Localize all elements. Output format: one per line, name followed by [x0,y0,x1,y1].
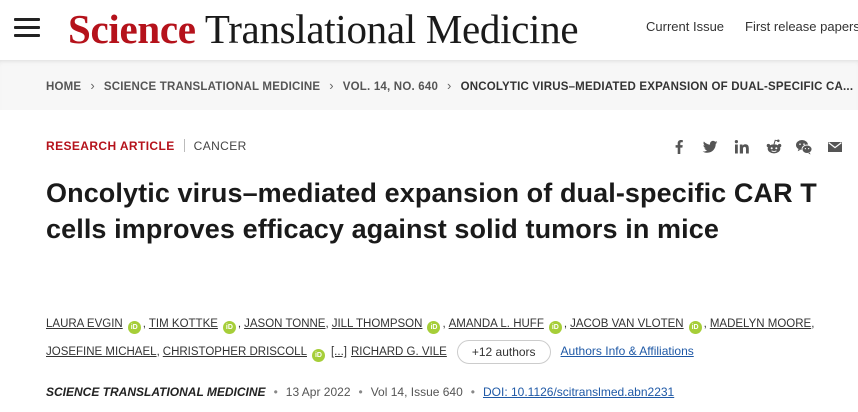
orcid-icon[interactable]: iD [127,321,141,334]
orcid-icon[interactable]: iD [427,321,441,334]
citation-journal: SCIENCE TRANSLATIONAL MEDICINE [46,385,266,399]
article-type: RESEARCH ARTICLE [46,139,175,153]
author-row: LAURA EVGIN iD, TIM KOTTKE iD, JASON TONNE, J… [46,314,817,334]
breadcrumb: HOME › SCIENCE TRANSLATIONAL MEDICINE › VOL.… [46,78,853,93]
orcid-icon[interactable]: iD [548,321,562,334]
author-name[interactable]: JOSEFINE MICHAEL [46,346,157,358]
author-name[interactable]: JACOB VAN VLOTEN [570,318,684,330]
chevron-right-icon: › [329,78,334,93]
logo-science: Science [68,6,196,52]
citation-date: 13 Apr 2022 [285,385,351,399]
orcid-icon[interactable]: iD [311,349,325,363]
author-name[interactable]: JASON TONNE [244,318,325,330]
author-name[interactable]: CHRISTOPHER DRISCOLL [163,346,307,358]
article-title: Oncolytic virus–mediated expansion of du… [46,178,817,244]
twitter-icon[interactable] [701,138,719,156]
citation-line: SCIENCE TRANSLATIONAL MEDICINE • 13 Apr 20… [46,385,675,399]
author-row: JOSEFINE MICHAEL, CHRISTOPHER DRISCOLL iD[… [46,340,694,364]
wechat-icon[interactable] [795,138,813,156]
nav-current-issue[interactable]: Current Issue [646,19,724,34]
breadcrumb-journal[interactable]: SCIENCE TRANSLATIONAL MEDICINE [104,81,320,93]
author-name[interactable]: LAURA EVGIN [46,318,123,330]
author-name[interactable]: MADELYN MOORE [710,318,811,330]
breadcrumb-bar: HOME › SCIENCE TRANSLATIONAL MEDICINE › VOL.… [0,60,858,110]
article-category[interactable]: CANCER [194,139,247,153]
citation-volume: Vol 14, Issue 640 [370,385,463,399]
orcid-icon[interactable]: iD [222,321,236,334]
article-type-row: RESEARCH ARTICLE CANCER [46,139,247,153]
authors-info-link[interactable]: Authors Info & Affiliations [561,344,694,358]
more-authors-button[interactable]: +12 authors [456,340,551,364]
journal-logo[interactable]: Science Translational Medicine [68,6,579,52]
author-name[interactable]: TIM KOTTKE [149,318,218,330]
reddit-icon[interactable] [765,138,783,156]
author-name[interactable]: RICHARD G. VILE [351,346,447,358]
facebook-icon[interactable] [670,138,688,156]
breadcrumb-issue[interactable]: VOL. 14, NO. 640 [343,81,438,93]
logo-journal-name: Translational Medicine [195,6,579,52]
breadcrumb-home[interactable]: HOME [46,81,81,93]
orcid-icon[interactable]: iD [688,321,702,334]
chevron-right-icon: › [447,78,452,93]
doi-link[interactable]: DOI: 10.1126/scitranslmed.abn2231 [483,385,674,399]
chevron-right-icon: › [90,78,95,93]
author-name[interactable]: JILL THOMPSON [332,318,423,330]
author-name[interactable]: AMANDA L. HUFF [449,318,544,330]
linkedin-icon[interactable] [733,138,751,156]
nav-first-release-papers[interactable]: First release papers [745,19,858,34]
email-icon[interactable] [826,138,844,156]
divider [183,139,185,152]
menu-icon[interactable] [14,18,40,38]
breadcrumb-current: ONCOLYTIC VIRUS–MEDIATED EXPANSION OF DU… [460,81,854,93]
site-header: Science Translational Medicine Current I… [0,0,858,60]
expand-authors-ellipsis[interactable]: [...] [331,346,347,358]
